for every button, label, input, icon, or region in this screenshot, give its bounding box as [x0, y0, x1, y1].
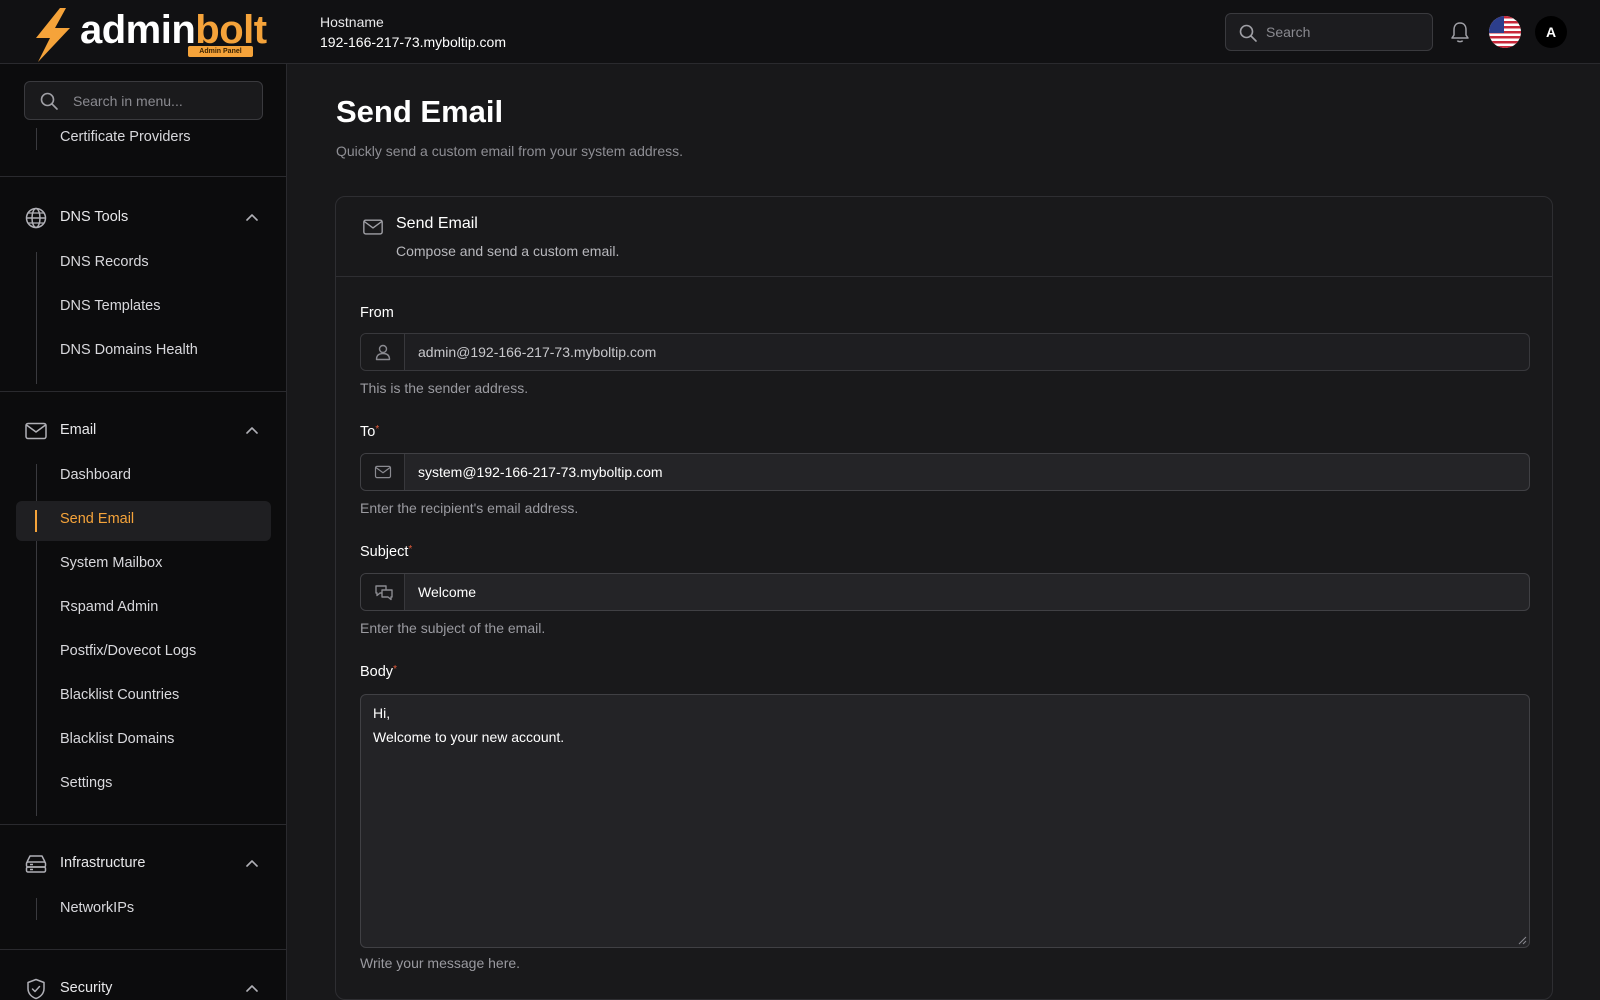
from-help: This is the sender address.	[360, 380, 529, 396]
card-subtitle: Compose and send a custom email.	[396, 243, 620, 259]
body-line-1: Hi,	[373, 705, 391, 721]
from-field: admin@192-166-217-73.myboltip.com	[360, 333, 1530, 371]
sidebar-section-label: Infrastructure	[60, 855, 146, 871]
card-header: Send Email Compose and send a custom ema…	[336, 197, 1552, 277]
required-mark: *	[393, 664, 397, 675]
card-title: Send Email	[396, 215, 478, 232]
body-line-2: Welcome to your new account.	[373, 729, 565, 745]
resize-handle-icon[interactable]	[1517, 935, 1527, 945]
hostname-label: Hostname	[320, 14, 384, 30]
us-flag-icon[interactable]	[1489, 16, 1521, 48]
to-adornment	[361, 454, 405, 490]
chevron-up-icon	[246, 427, 258, 434]
sidebar-divider	[0, 949, 286, 950]
bell-icon[interactable]	[1449, 20, 1471, 44]
header-search-placeholder: Search	[1266, 24, 1311, 40]
sidebar-divider	[0, 176, 286, 177]
sidebar-section-label: DNS Tools	[60, 209, 129, 225]
sidebar-section-email[interactable]: Email	[24, 419, 264, 443]
sidebar-active-highlight	[16, 501, 271, 541]
chevron-up-icon	[246, 214, 258, 221]
send-email-card: Send Email Compose and send a custom ema…	[335, 196, 1553, 1000]
required-mark: *	[375, 424, 380, 435]
header-search-input[interactable]: Search	[1225, 13, 1433, 51]
sidebar-item-settings[interactable]: Settings	[60, 775, 112, 791]
sidebar-item-blacklist-domains[interactable]: Blacklist Domains	[60, 731, 174, 747]
subject-help: Enter the subject of the email.	[360, 620, 546, 636]
to-input[interactable]: system@192-166-217-73.myboltip.com	[360, 453, 1530, 491]
to-value: system@192-166-217-73.myboltip.com	[418, 464, 663, 480]
chevron-up-icon	[246, 985, 258, 992]
tree-line	[36, 252, 37, 384]
lightning-bolt-icon	[36, 8, 70, 62]
sidebar-item-certificate-providers[interactable]: Certificate Providers	[60, 129, 191, 145]
sidebar-item-send-email[interactable]: Send Email	[60, 511, 134, 527]
page-title: Send Email	[336, 94, 504, 129]
server-icon	[25, 855, 47, 873]
sidebar-active-indicator	[35, 510, 37, 532]
body-label: Body*	[360, 664, 397, 680]
us-flag-graphic	[1489, 16, 1521, 48]
sidebar-item-dashboard[interactable]: Dashboard	[60, 467, 131, 483]
search-icon	[1239, 24, 1257, 42]
required-mark: *	[408, 544, 413, 555]
mail-icon	[25, 422, 47, 440]
subject-input[interactable]: Welcome	[360, 573, 1530, 611]
sidebar-item-system-mailbox[interactable]: System Mailbox	[60, 555, 162, 571]
sidebar-item-networkips[interactable]: NetworkIPs	[60, 900, 134, 916]
shield-icon	[27, 978, 45, 1000]
sidebar-nav: Search in menu... Certificate Providers …	[0, 64, 287, 1000]
subject-label-text: Subject	[360, 544, 409, 560]
sidebar-divider	[0, 824, 286, 825]
subject-adornment	[361, 574, 405, 610]
globe-icon	[25, 207, 47, 229]
chat-bubbles-icon	[375, 585, 393, 601]
sidebar-item-dns-templates[interactable]: DNS Templates	[60, 298, 160, 314]
subject-value: Welcome	[418, 584, 477, 600]
subject-label: Subject*	[360, 544, 412, 560]
sidebar-item-blacklist-countries[interactable]: Blacklist Countries	[60, 687, 179, 703]
tree-line	[36, 128, 37, 150]
from-label-text: From	[360, 305, 394, 321]
to-help: Enter the recipient's email address.	[360, 500, 579, 516]
sidebar-item-postfix-dovecot-logs[interactable]: Postfix/Dovecot Logs	[60, 643, 196, 659]
sidebar-section-label: Security	[60, 980, 113, 996]
body-label-text: Body	[360, 664, 394, 680]
sidebar-section-label: Email	[60, 422, 97, 438]
from-adornment	[361, 334, 405, 370]
menu-search-input[interactable]: Search in menu...	[24, 81, 263, 120]
from-label: From	[360, 305, 394, 321]
body-help: Write your message here.	[360, 955, 521, 971]
chevron-up-icon	[246, 860, 258, 867]
hostname-block: Hostname 192-166-217-73.myboltip.com	[320, 13, 506, 53]
logo-word-admin: admin	[80, 8, 196, 52]
user-avatar[interactable]: A	[1535, 16, 1567, 48]
user-icon	[375, 344, 391, 361]
to-label-text: To	[360, 424, 376, 440]
from-value: admin@192-166-217-73.myboltip.com	[418, 344, 657, 360]
adminbolt-logo[interactable]: adminbolt Admin Panel	[30, 6, 267, 62]
sidebar-item-dns-domains-health[interactable]: DNS Domains Health	[60, 342, 198, 358]
sidebar-item-rspamd-admin[interactable]: Rspamd Admin	[60, 599, 158, 615]
to-label: To*	[360, 424, 379, 440]
tree-line	[36, 898, 37, 920]
sidebar-section-infrastructure[interactable]: Infrastructure	[24, 852, 264, 876]
mail-icon	[374, 465, 392, 479]
search-icon	[40, 92, 58, 110]
top-header: adminbolt Admin Panel Hostname 192-166-2…	[0, 0, 1600, 64]
sidebar-section-security[interactable]: Security	[24, 977, 264, 1000]
page-subtitle: Quickly send a custom email from your sy…	[336, 143, 684, 159]
logo-badge: Admin Panel	[188, 46, 253, 57]
sidebar-item-dns-records[interactable]: DNS Records	[60, 254, 149, 270]
mail-icon	[363, 219, 383, 235]
body-textarea[interactable]: Hi, Welcome to your new account.	[360, 694, 1530, 948]
menu-search-placeholder: Search in menu...	[73, 93, 183, 109]
sidebar-section-dns-tools[interactable]: DNS Tools	[24, 206, 264, 230]
hostname-value: 192-166-217-73.myboltip.com	[320, 34, 506, 50]
sidebar-divider	[0, 391, 286, 392]
